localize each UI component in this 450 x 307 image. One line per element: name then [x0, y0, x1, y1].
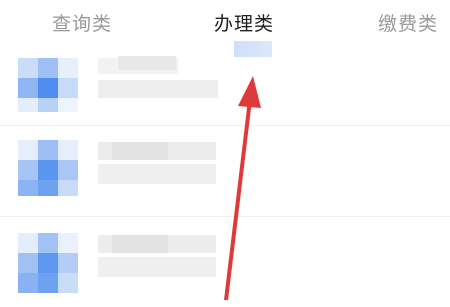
arrow-head — [238, 76, 261, 108]
arrow-shaft — [224, 98, 252, 300]
red-arrow-up-icon — [224, 76, 261, 300]
